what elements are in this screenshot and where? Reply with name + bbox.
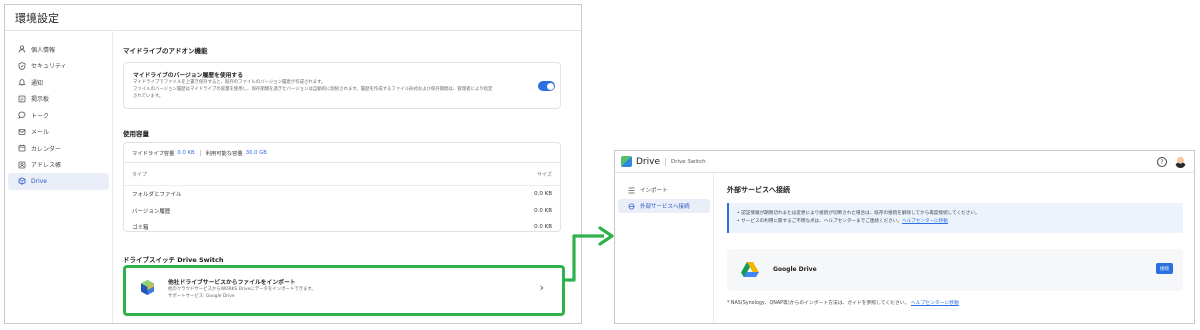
drive-icon [18, 177, 26, 185]
link-icon [628, 203, 635, 210]
sidebar-item-calendar[interactable]: カレンダー [8, 140, 109, 157]
connect-button[interactable]: 接続 [1156, 263, 1173, 274]
sidebar-item-label: 個人情報 [31, 46, 56, 54]
available-value: 30.0 GB [245, 150, 267, 156]
arrow-connector [562, 226, 614, 282]
drive-switch-section-title: ドライブスイッチ Drive Switch [123, 256, 224, 264]
row-size: 0.0 KB [534, 191, 552, 197]
usage-card: マイドライブ容量 0.0 KB 利用可能な容量 30.0 GB タイプ サイズ … [123, 142, 561, 232]
sidebar-item-label: アドレス帳 [31, 162, 62, 170]
available-label: 利用可能な容量 [205, 151, 243, 157]
sidebar-item-contacts[interactable]: アドレス帳 [8, 157, 109, 174]
list-icon [628, 187, 635, 194]
table-row: バージョン履歴 0.0 KB [124, 202, 560, 219]
app-title: Drive [636, 156, 660, 167]
google-drive-card: Google Drive 接続 [727, 249, 1183, 291]
page-title: 外部サービスへ接続 [727, 186, 790, 194]
sidebar-item-label: メール [31, 129, 50, 137]
sidebar-item-board[interactable]: 掲示板 [8, 91, 109, 108]
mail-icon [18, 128, 26, 136]
row-type: フォルダとファイル [132, 192, 182, 198]
sidebar-item-label: カレンダー [31, 145, 62, 153]
footnote: * NAS(Synology、QNAP等)からのインポート方法は、ガイドを参照し… [727, 299, 959, 306]
drive-logo-icon [621, 156, 632, 167]
version-history-card: マイドライブのバージョン履歴を使用する マイドライブでファイルを上書き保存すると… [123, 62, 561, 109]
sidebar-item-connect[interactable]: 外部サービスへ接続 [618, 199, 710, 213]
footnote-text: * NAS(Synology、QNAP等)からのインポート方法は、ガイドを参照し… [727, 301, 910, 306]
sidebar-item-import[interactable]: インポート [618, 183, 710, 197]
version-history-title: マイドライブのバージョン履歴を使用する [133, 73, 244, 79]
sidebar-item-personal[interactable]: 個人情報 [8, 41, 109, 58]
settings-sidebar: 個人情報 セキュリティ 通知 掲示板 トーク メール カレンダー アドレス帳 D… [5, 31, 113, 323]
row-size: 0.0 KB [534, 223, 552, 230]
capacity-summary: マイドライブ容量 0.0 KB 利用可能な容量 30.0 GB [132, 149, 267, 157]
person-icon [18, 45, 26, 53]
drive-switch-window: Drive Drive Switch ? インポート 外部サービスへ接続 外部サ… [614, 150, 1195, 324]
sidebar-item-notification[interactable]: 通知 [8, 74, 109, 91]
bell-icon [18, 78, 26, 86]
divider [199, 150, 201, 156]
info-box: • 認証情報が期限切れまたは変更により接続が切断された場合は、既存の接続を解除し… [727, 203, 1183, 233]
capacity-label: マイドライブ容量 [132, 151, 175, 157]
table-row: ゴミ箱 0.0 KB [124, 218, 560, 235]
sidebar-item-mail[interactable]: メール [8, 124, 109, 141]
avatar[interactable] [1175, 156, 1186, 168]
size-column-header: サイズ [537, 172, 552, 178]
sidebar-item-label: 通知 [31, 79, 44, 87]
usage-table-header: タイプ サイズ [124, 166, 560, 183]
calendar-icon [18, 144, 26, 152]
shield-icon [18, 61, 26, 70]
help-center-link[interactable]: ヘルプセンターに移動 [902, 219, 948, 224]
sidebar-item-label: インポート [640, 188, 668, 194]
table-row: フォルダとファイル 0.0 KB [124, 185, 560, 202]
contacts-icon [18, 161, 26, 169]
sidebar-item-label: 掲示板 [31, 96, 50, 104]
drive-header: Drive Drive Switch ? [615, 151, 1194, 173]
addon-section-title: マイドライブのアドオン機能 [123, 47, 208, 55]
version-history-desc: されています。 [133, 94, 164, 99]
row-type: ゴミ箱 [132, 224, 149, 231]
sidebar-item-label: トーク [31, 112, 50, 120]
row-size: 0.0 KB [534, 207, 552, 214]
highlight-frame [123, 265, 565, 316]
drive-sidebar: インポート 外部サービスへ接続 [615, 173, 714, 323]
sidebar-item-talk[interactable]: トーク [8, 107, 109, 124]
version-history-desc: ファイルのバージョン履歴はマイドライブの容量を使用し、保存期間を過ぎたバージョン… [133, 87, 493, 92]
sidebar-item-drive[interactable]: Drive [8, 173, 109, 190]
capacity-value: 0.0 KB [177, 150, 195, 156]
divider [124, 162, 560, 163]
sidebar-item-label: Drive [31, 177, 47, 185]
version-history-desc: マイドライブでファイルを上書き保存すると、既存のファイルのバージョン履歴が作成さ… [133, 80, 326, 85]
help-center-link[interactable]: ヘルプセンターに移動 [911, 301, 959, 306]
info-text: • サービスの利用に関するご不明な点は、ヘルプセンターまでご連絡ください。 [737, 218, 902, 224]
settings-title: 環境設定 [5, 5, 581, 31]
app-subtitle: Drive Switch [671, 158, 706, 165]
chat-icon [18, 111, 26, 120]
version-history-toggle[interactable] [538, 81, 555, 91]
board-icon [18, 95, 26, 103]
row-type: バージョン履歴 [132, 208, 171, 215]
type-column-header: タイプ [132, 172, 148, 178]
google-drive-icon [741, 262, 759, 277]
divider [665, 157, 666, 166]
sidebar-item-label: 外部サービスへ接続 [640, 204, 690, 210]
service-name: Google Drive [773, 266, 817, 273]
help-icon[interactable]: ? [1157, 157, 1167, 167]
info-text: • 認証情報が期限切れまたは変更により接続が切断された場合は、既存の接続を解除し… [737, 211, 980, 216]
usage-section-title: 使用容量 [123, 130, 149, 138]
settings-window: 環境設定 個人情報 セキュリティ 通知 掲示板 トーク メール カレンダー アド… [4, 4, 582, 324]
sidebar-item-label: セキュリティ [31, 63, 67, 71]
sidebar-item-security[interactable]: セキュリティ [8, 58, 109, 75]
